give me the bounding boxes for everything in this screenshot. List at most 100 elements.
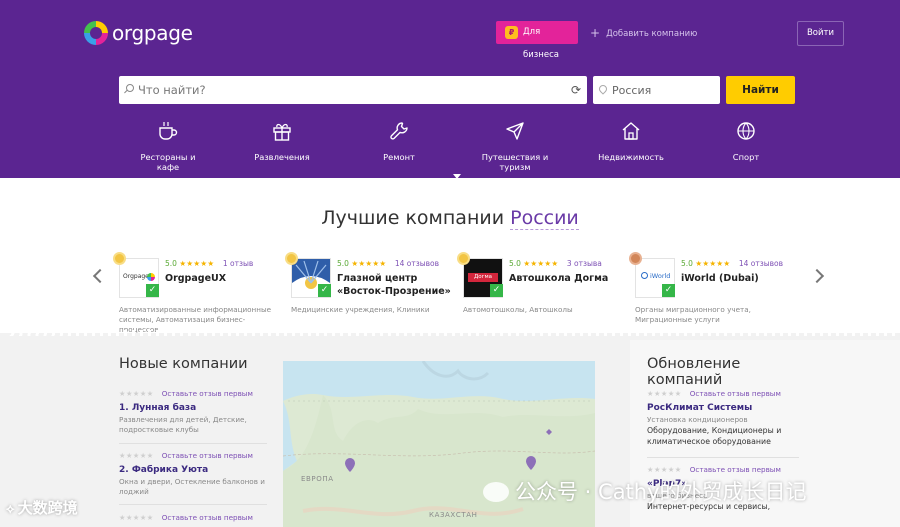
category-sport[interactable]: Спорт [728, 120, 764, 162]
leave-review-link[interactable]: Оставьте отзыв первым [690, 389, 781, 398]
reviews-link[interactable]: 1 отзыв [223, 259, 253, 268]
search-input[interactable] [138, 76, 558, 104]
house-icon [622, 122, 640, 140]
category-real-estate[interactable]: Недвижимость [598, 120, 664, 162]
leave-review-link[interactable]: Оставьте отзыв первым [162, 389, 253, 398]
section-divider [0, 330, 900, 336]
leave-review-link[interactable]: Оставьте отзыв первым [162, 451, 253, 460]
map-label-kazakhstan: КАЗАХСТАН [429, 511, 478, 519]
wechat-icon [483, 482, 509, 502]
rating-stars: ★★★★★ [695, 259, 731, 268]
card-rating: 5.0 ★★★★★ 14 отзывов [337, 259, 439, 268]
gold-medal-icon [113, 252, 126, 265]
bronze-medal-icon [629, 252, 642, 265]
find-button[interactable]: Найти [726, 76, 795, 104]
card-rating: 5.0 ★★★★★ 3 отзыва [509, 259, 602, 268]
divider [119, 443, 267, 444]
category-label: Развлечения [254, 152, 310, 162]
gift-icon [273, 123, 291, 141]
company-subtitle: Установка кондиционеров [647, 415, 748, 424]
orgpage-logo-icon[interactable] [83, 20, 109, 46]
globe-icon [641, 272, 648, 279]
empty-stars: ★★★★★ [119, 451, 154, 460]
thumb-text: Orgpage [123, 273, 149, 280]
search-box: ⟳ [119, 76, 587, 104]
card-rating: 5.0 ★★★★★ 1 отзыв [165, 259, 253, 268]
best-companies-section: Лучшие компании России Orgpage ✓ 5.0 ★★★… [0, 178, 900, 336]
verified-check-icon: ✓ [318, 284, 331, 297]
watermark-left: ⟡ 大数跨境 [6, 497, 78, 518]
watermark-right-text: 公众号 · Cathy的外贸成长日记 [515, 480, 807, 504]
company-card[interactable]: Догма ✓ 5.0 ★★★★★ 3 отзыва Автошкола Дог… [457, 252, 623, 328]
coffee-icon [159, 122, 178, 140]
refresh-icon[interactable]: ⟳ [571, 83, 581, 97]
login-button[interactable]: Войти [797, 21, 844, 46]
business-button[interactable]: ₽ Для бизнеса [496, 21, 578, 60]
reviews-link[interactable]: 14 отзывов [395, 259, 439, 268]
category-entertainment[interactable]: Развлечения [247, 120, 317, 162]
category-restaurants[interactable]: Рестораны и кафе [130, 120, 206, 172]
reviews-link[interactable]: 3 отзыва [567, 259, 602, 268]
updates-column: Обновление компаний [647, 356, 807, 388]
company-name[interactable]: 1. Лунная база [119, 403, 269, 413]
divider [119, 504, 267, 505]
watermark-logo-icon: ⟡ [6, 502, 15, 517]
category-label: Путешествия и туризм [481, 152, 549, 172]
company-desc: Развлечения для детей, Детские, подростк… [119, 415, 247, 434]
company-desc: Медицинские учреждения, Клиники [291, 305, 430, 314]
rating-value: 5.0 [165, 259, 177, 268]
list-item[interactable]: ★★★★★ Оставьте отзыв первым [119, 513, 269, 522]
company-desc: Оборудование, Кондиционеры и климатическ… [647, 426, 782, 446]
region-input[interactable] [612, 76, 712, 104]
thumb-text: Догма [468, 273, 498, 282]
category-repair[interactable]: Ремонт [372, 120, 426, 162]
logo-text[interactable]: orgpage [112, 20, 193, 46]
company-card[interactable]: ✓ 5.0 ★★★★★ 14 отзывов Глазной центр «Во… [285, 252, 451, 328]
company-name[interactable]: Автошкола Догма [509, 272, 627, 285]
leave-review-link[interactable]: Оставьте отзыв первым [162, 513, 253, 522]
company-card[interactable]: iWorld ✓ 5.0 ★★★★★ 14 отзывов iWorld (Du… [629, 252, 795, 328]
company-desc: Окна и двери, Остекление балконов и лодж… [119, 477, 265, 496]
category-travel[interactable]: Путешествия и туризм [468, 120, 562, 172]
reviews-link[interactable]: 14 отзывов [739, 259, 783, 268]
item-rating: ★★★★★ Оставьте отзыв первым [119, 513, 269, 522]
mini-logo-icon [147, 273, 155, 281]
category-label: Недвижимость [598, 152, 664, 162]
carousel-prev-arrow-icon[interactable] [92, 268, 108, 284]
rating-stars: ★★★★★ [351, 259, 387, 268]
company-name[interactable]: РосКлимат Системы [647, 403, 807, 413]
rating-value: 5.0 [509, 259, 521, 268]
verified-check-icon: ✓ [662, 284, 675, 297]
plus-icon: + [590, 26, 601, 40]
card-rating: 5.0 ★★★★★ 14 отзывов [681, 259, 783, 268]
watermark-right: 公众号 · Cathy的外贸成长日记 [483, 476, 807, 506]
item-rating: ★★★★★ Оставьте отзыв первым [647, 389, 807, 398]
item-rating: ★★★★★ Оставьте отзыв первым [119, 389, 269, 398]
list-item[interactable]: ★★★★★ Оставьте отзыв первым 1. Лунная баз… [119, 389, 269, 435]
gold-medal-icon [285, 252, 298, 265]
add-company-link[interactable]: + Добавить компанию [590, 27, 697, 40]
category-label: Спорт [732, 152, 760, 162]
list-item[interactable]: ★★★★★ Оставьте отзыв первым 2. Фабрика Ую… [119, 451, 269, 497]
empty-stars: ★★★★★ [119, 513, 154, 522]
add-company-label: Добавить компанию [606, 29, 698, 39]
gold-medal-icon [457, 252, 470, 265]
empty-stars: ★★★★★ [647, 465, 682, 474]
thumb-text: iWorld [650, 272, 671, 280]
company-name[interactable]: iWorld (Dubai) [681, 272, 799, 285]
empty-stars: ★★★★★ [647, 389, 682, 398]
list-item[interactable]: ★★★★★ Оставьте отзыв первым РосКлимат Сис… [647, 389, 807, 447]
item-rating: ★★★★★ Оставьте отзыв первым [119, 451, 269, 460]
title-prefix: Лучшие компании [321, 207, 505, 229]
company-card[interactable]: Orgpage ✓ 5.0 ★★★★★ 1 отзыв OrgpageUX Ав… [113, 252, 279, 334]
leave-review-link[interactable]: Оставьте отзыв первым [690, 465, 781, 474]
new-companies-column: Новые компании [119, 356, 269, 372]
company-name[interactable]: Глазной центр «Восток-Прозрение» [337, 272, 455, 298]
verified-check-icon: ✓ [490, 284, 503, 297]
company-name[interactable]: 2. Фабрика Уюта [119, 465, 269, 475]
company-name[interactable]: OrgpageUX [165, 272, 283, 285]
search-icon [126, 84, 134, 92]
title-region-link[interactable]: России [510, 207, 579, 230]
carousel-next-arrow-icon[interactable] [809, 268, 825, 284]
company-desc: Органы миграционного учета, Миграционные… [635, 305, 751, 324]
